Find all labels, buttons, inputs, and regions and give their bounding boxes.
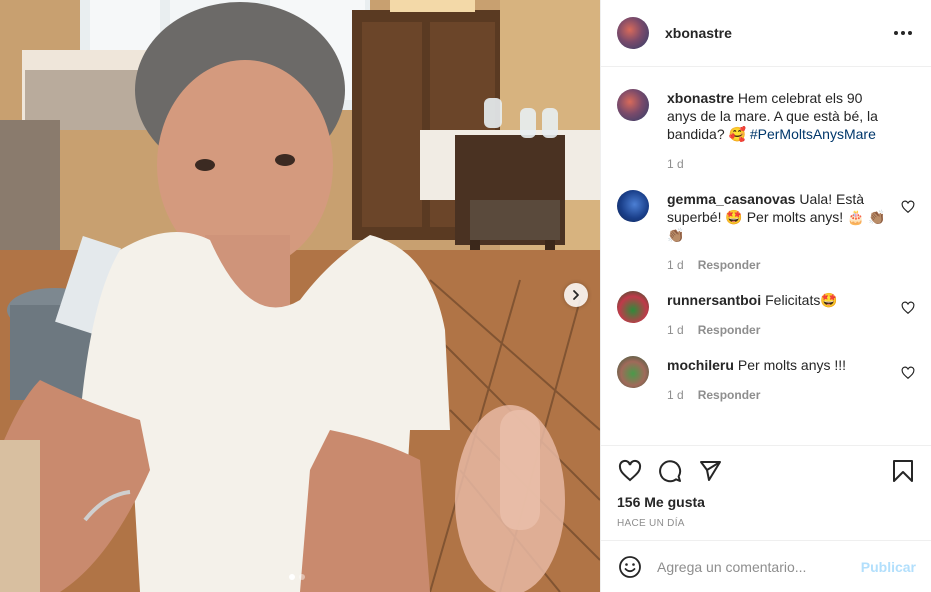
carousel-dot (299, 574, 305, 580)
post-details-panel: xbonastre xbonastre Hem celebrat els 90 a… (600, 0, 931, 592)
carousel-dot-active (289, 574, 295, 580)
comments-list: xbonastre Hem celebrat els 90 anys de la … (601, 67, 931, 445)
commenter-avatar[interactable] (617, 356, 649, 388)
bookmark-icon[interactable] (890, 458, 916, 484)
more-options-icon[interactable] (891, 21, 915, 45)
caption-time: 1 d (667, 157, 684, 171)
photo-illustration (0, 0, 600, 592)
comment-time: 1 d (667, 323, 684, 337)
add-comment-bar: Publicar (601, 540, 931, 592)
carousel-indicator (289, 574, 305, 580)
reply-button[interactable]: Responder (698, 388, 761, 402)
commenter-avatar[interactable] (617, 291, 649, 323)
comment-like-icon[interactable] (901, 200, 915, 214)
comment-input[interactable] (657, 558, 861, 575)
paper-plane-icon[interactable] (697, 458, 723, 484)
post-actions: 156 Me gusta HACE UN DÍA (601, 445, 931, 540)
post-timestamp: HACE UN DÍA (617, 518, 685, 529)
reply-button[interactable]: Responder (698, 258, 761, 272)
author-avatar[interactable] (617, 17, 649, 49)
commenter-username[interactable]: runnersantboi (667, 292, 761, 308)
comment-like-icon[interactable] (901, 366, 915, 380)
post-header: xbonastre (601, 0, 931, 67)
comment-item: runnersantboi Felicitats🤩 1 d Responder (617, 291, 915, 337)
smiley-icon[interactable] (617, 554, 643, 580)
commenter-username[interactable]: mochileru (667, 357, 734, 373)
commenter-username[interactable]: gemma_casanovas (667, 191, 795, 207)
reply-button[interactable]: Responder (698, 323, 761, 337)
caption: xbonastre Hem celebrat els 90 anys de la … (617, 89, 915, 171)
comment-text: Per molts anys !!! (737, 357, 847, 373)
comment-like-icon[interactable] (901, 301, 915, 315)
heart-icon[interactable] (617, 458, 643, 484)
commenter-avatar[interactable] (617, 190, 649, 222)
caption-hashtag[interactable]: #PerMoltsAnysMare (750, 126, 876, 142)
comment-item: mochileru Per molts anys !!! 1 d Responde… (617, 356, 915, 402)
comment-time: 1 d (667, 388, 684, 402)
likes-count[interactable]: 156 Me gusta (617, 494, 916, 510)
comment-item: gemma_casanovas Uala! Està superbé! 🤩 Per… (617, 190, 915, 272)
comment-time: 1 d (667, 258, 684, 272)
publish-button[interactable]: Publicar (861, 559, 916, 575)
carousel-next-button[interactable] (564, 283, 588, 307)
caption-username[interactable]: xbonastre (667, 90, 734, 106)
author-username[interactable]: xbonastre (665, 25, 891, 41)
comment-text: Felicitats🤩 (765, 292, 838, 308)
chevron-right-icon (573, 290, 579, 300)
comment-icon[interactable] (657, 458, 683, 484)
caption-avatar[interactable] (617, 89, 649, 121)
post-photo (0, 0, 600, 592)
